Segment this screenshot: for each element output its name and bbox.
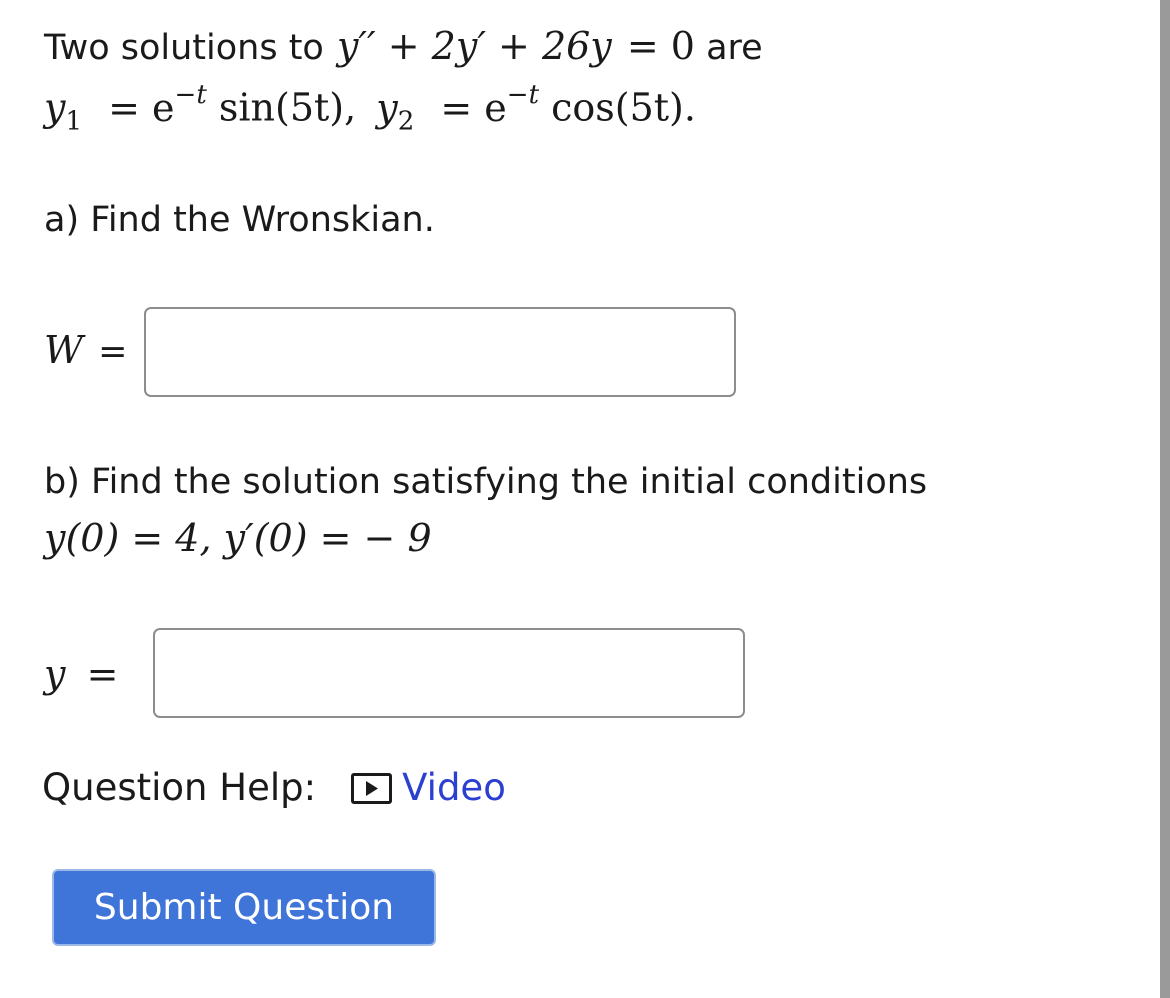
- y2-exponent: −t: [506, 80, 540, 110]
- solution-equals: =: [86, 652, 119, 696]
- equation-lhs: y′′ + 2y′ + 26y: [336, 24, 612, 68]
- y2-label: y: [376, 85, 398, 130]
- video-help-link[interactable]: Video: [351, 766, 506, 809]
- y1-tail: sin(5t),: [218, 85, 357, 130]
- y1-subscript: 1: [65, 106, 83, 137]
- part-a-prompt: a) Find the Wronskian.: [44, 200, 435, 240]
- y2-tail: cos(5t).: [551, 85, 696, 130]
- play-icon: [351, 773, 393, 804]
- intro-text: Two solutions to: [44, 28, 324, 68]
- initial-conditions: y(0) = 4, y′(0) = − 9: [44, 516, 432, 560]
- part-b-answer-row: y =: [44, 652, 118, 696]
- wronskian-equals: =: [98, 332, 128, 372]
- problem-statement-line2: y1 = e−t sin(5t), y2 = e−t cos(5t).: [44, 80, 696, 137]
- solution-var-label: y: [44, 652, 66, 696]
- solution-input[interactable]: [153, 628, 745, 718]
- wronskian-input[interactable]: [144, 307, 736, 397]
- part-b-prompt: b) Find the solution satisfying the init…: [44, 462, 928, 502]
- page-edge-scrollbar: [1160, 0, 1170, 998]
- y2-subscript: 2: [397, 106, 415, 137]
- y2-expr: = e: [440, 85, 507, 130]
- are-text: are: [706, 28, 763, 68]
- wronskian-var-label: W: [44, 328, 84, 372]
- y1-label: y: [44, 85, 66, 130]
- question-help-label: Question Help:: [42, 766, 317, 809]
- video-link-label[interactable]: Video: [402, 766, 506, 809]
- equation-rhs: = 0: [626, 24, 695, 68]
- y1-exponent: −t: [174, 80, 207, 110]
- question-help-row: Question Help: Video: [42, 766, 506, 809]
- submit-question-button[interactable]: Submit Question: [52, 869, 436, 946]
- problem-statement-line1: Two solutions to y′′ + 2y′ + 26y = 0 are: [44, 24, 763, 68]
- y1-expr: = e: [108, 85, 175, 130]
- part-a-answer-row: W =: [44, 328, 127, 372]
